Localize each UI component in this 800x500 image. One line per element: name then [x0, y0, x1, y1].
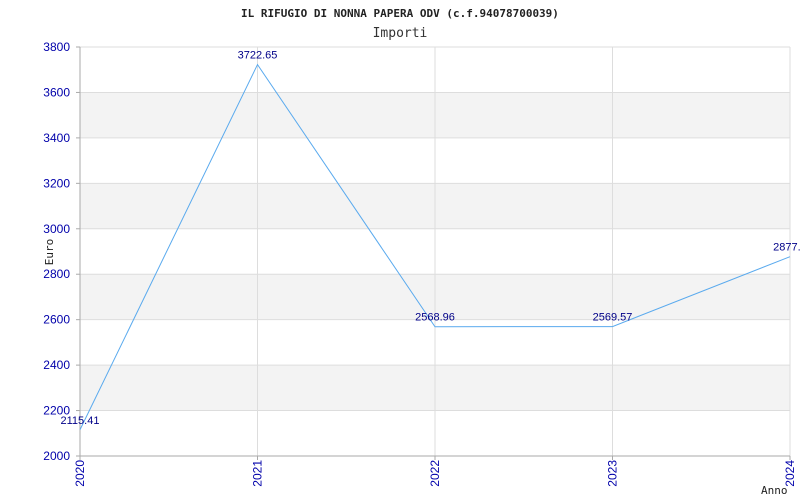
- y-tick-label: 3600: [43, 85, 70, 99]
- y-tick-label: 2800: [43, 267, 70, 281]
- chart-title: IL RIFUGIO DI NONNA PAPERA ODV (c.f.9407…: [241, 7, 559, 20]
- x-tick-label: 2022: [428, 460, 442, 487]
- x-tick-label: 2021: [251, 460, 265, 487]
- x-tick-label: 2024: [783, 460, 797, 487]
- y-tick-label: 2400: [43, 358, 70, 372]
- data-label: 2115.41: [61, 415, 100, 427]
- x-tick-labels: 2020 2021 2022 2023 2024: [73, 460, 797, 487]
- y-tick-label: 3200: [43, 176, 70, 190]
- data-label: 2877.3: [773, 242, 800, 254]
- x-axis-label: Anno: [761, 484, 788, 497]
- y-tick-label: 2000: [43, 449, 70, 463]
- line-chart: 2000220024002600280030003200340036003800…: [43, 7, 800, 497]
- x-tick-label: 2023: [606, 460, 620, 487]
- y-axis-label: Euro: [43, 239, 56, 266]
- data-label: 2568.96: [415, 312, 455, 324]
- data-label: 2569.57: [593, 312, 633, 324]
- y-tick-label: 3400: [43, 131, 70, 145]
- y-tick-label: 2600: [43, 313, 70, 327]
- y-tick-label: 3000: [43, 222, 70, 236]
- y-tick-label: 3800: [43, 40, 70, 54]
- x-tick-label: 2020: [73, 460, 87, 487]
- data-label: 3722.65: [238, 50, 278, 62]
- chart-subtitle: Importi: [373, 26, 428, 41]
